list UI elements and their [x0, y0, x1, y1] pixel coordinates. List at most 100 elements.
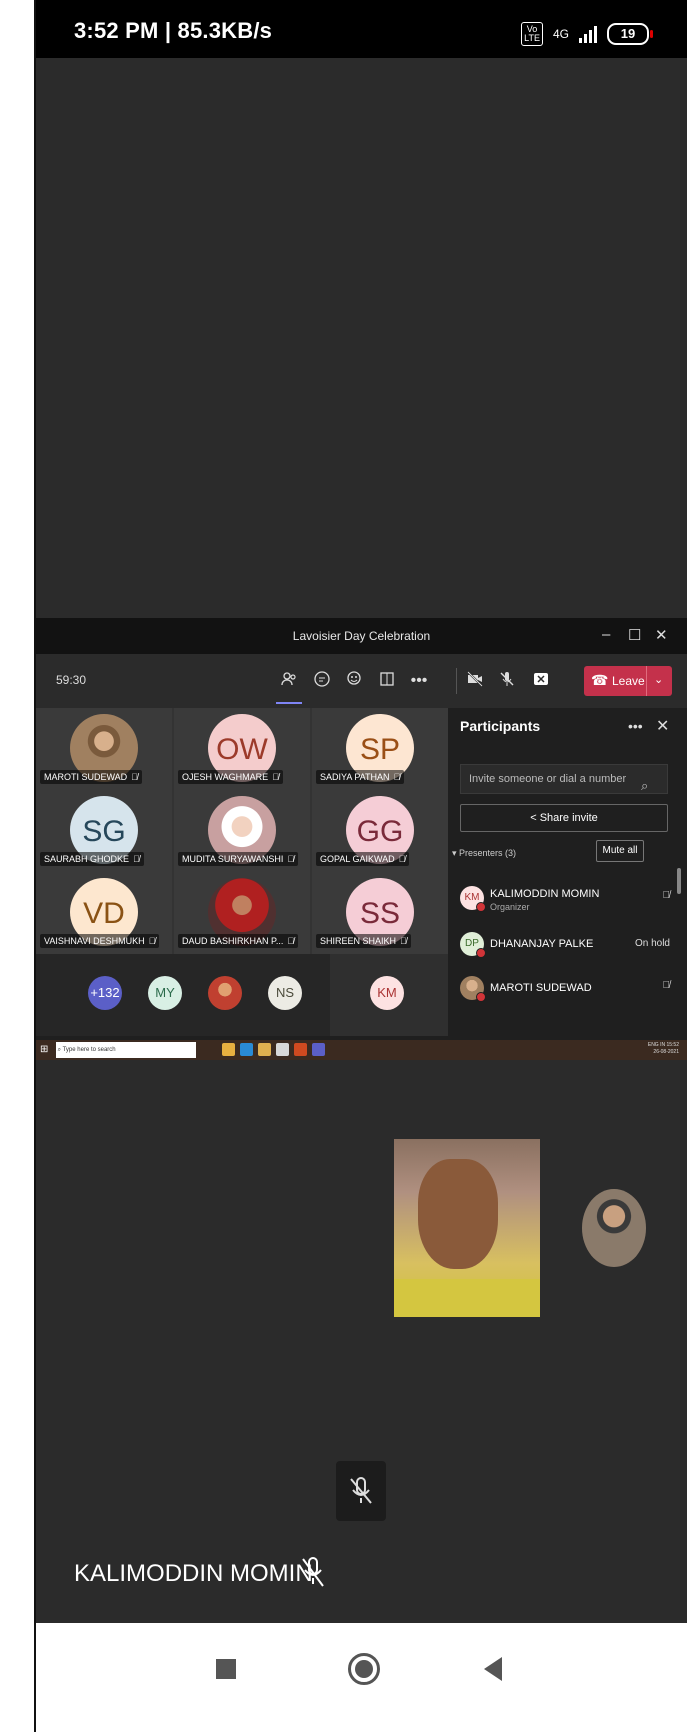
more-participants-badge[interactable]: +132	[88, 976, 122, 1010]
maximize-icon[interactable]: ☐	[628, 626, 641, 644]
participant-name: KALIMODDIN MOMIN	[490, 888, 600, 900]
avatar: DP	[460, 932, 486, 958]
teams-window: Lavoisier Day Celebration – ☐ ✕ 59:30 ••…	[36, 618, 687, 1046]
presenters-header[interactable]: ▾ Presenters (3)	[452, 848, 516, 859]
participant-name-chip: MUDITA SURYAWANSHI 🎙̸	[178, 852, 299, 866]
mic-off-icon: 🎙̸	[272, 772, 279, 782]
participant-status: On hold	[634, 938, 670, 949]
participant-tile[interactable]: OW OJESH WAGHMARE 🎙̸	[174, 708, 310, 790]
participant-tile[interactable]: DAUD BASHIRKHAN P... 🎙̸	[174, 872, 310, 954]
participant-name: DHANANJAY PALKE	[490, 938, 594, 950]
participant-row[interactable]: MAROTI SUDEWAD 🎙̸	[460, 974, 680, 1010]
avatar[interactable]	[208, 976, 242, 1010]
people-icon[interactable]	[278, 670, 300, 692]
status-dot	[476, 902, 486, 912]
chevron-down-icon[interactable]: ⌄	[654, 673, 663, 686]
invite-placeholder: Invite someone or dial a number	[469, 773, 627, 785]
call-view: KALIMODDIN MOMIN	[36, 1060, 687, 1623]
leave-divider	[646, 666, 647, 696]
camera-off-icon[interactable]	[464, 670, 486, 692]
shared-screen-blank	[36, 58, 687, 618]
window-title: Lavoisier Day Celebration	[292, 629, 431, 643]
participant-row[interactable]: DP DHANANJAY PALKE On hold	[460, 930, 680, 966]
teams-icon[interactable]	[312, 1043, 325, 1056]
system-tray: ENG IN 15:52 26-08-2021	[647, 1042, 679, 1055]
leave-label: Leave	[612, 674, 645, 688]
leave-button[interactable]: ☎ Leave ⌄	[584, 666, 672, 696]
title-bar: Lavoisier Day Celebration – ☐ ✕	[36, 618, 687, 654]
minimize-icon[interactable]: –	[602, 626, 610, 643]
participant-name-chip: MAROTI SUDEWAD 🎙̸	[40, 770, 142, 784]
signal-icon	[579, 25, 597, 43]
status-dot	[476, 948, 486, 958]
avatar[interactable]: KM	[370, 976, 404, 1010]
store-icon[interactable]	[276, 1043, 289, 1056]
back-button[interactable]	[484, 1657, 502, 1681]
mic-off-icon: 🎙̸	[148, 936, 156, 946]
more-icon[interactable]: •••	[408, 670, 430, 692]
speaker-face	[418, 1159, 498, 1269]
self-video-avatar	[582, 1189, 646, 1267]
windows-start-icon[interactable]: ⊞	[40, 1044, 48, 1055]
overflow-strip: +132 MY NS KM	[36, 954, 448, 1036]
speaker-video	[394, 1139, 540, 1317]
participant-name-chip: GOPAL GAIKWAD 🎙̸	[316, 852, 410, 866]
participant-name-chip: DAUD BASHIRKHAN P... 🎙̸	[178, 934, 299, 948]
avatar[interactable]: NS	[268, 976, 302, 1010]
status-time: 3:52 PM | 85.3KB/s	[74, 18, 273, 43]
chrome-icon[interactable]	[222, 1043, 235, 1056]
share-invite-button[interactable]: < Share invite	[460, 804, 668, 832]
participant-tile[interactable]: SS SHIREEN SHAIKH 🎙̸	[312, 872, 448, 954]
mic-off-icon: 🎙̸	[400, 936, 407, 946]
video-grid: MAROTI SUDEWAD 🎙̸ OW OJESH WAGHMARE 🎙̸ SP …	[36, 708, 448, 954]
caller-name: KALIMODDIN MOMIN	[74, 1560, 313, 1587]
stop-share-icon[interactable]	[530, 670, 552, 692]
rooms-icon[interactable]	[376, 670, 398, 692]
taskbar-search-input[interactable]: ⌕ Type here to search	[56, 1042, 196, 1058]
status-icons: Vo LTE 4G 19	[521, 22, 653, 46]
mic-off-icon: 🎙̸	[287, 854, 295, 864]
share-icon: <	[530, 812, 540, 824]
avatar[interactable]: MY	[148, 976, 182, 1010]
avatar: KM	[460, 886, 486, 912]
search-icon: ⌕	[641, 778, 649, 793]
mute-button[interactable]	[336, 1461, 386, 1521]
people-active-indicator	[276, 702, 302, 704]
participant-tile[interactable]: MAROTI SUDEWAD 🎙̸	[36, 708, 172, 790]
mic-off-icon: 🎙̸	[398, 854, 406, 864]
more-options-icon[interactable]: •••	[628, 718, 643, 734]
close-icon[interactable]: ✕	[656, 716, 669, 736]
meeting-timer: 59:30	[56, 673, 87, 687]
mic-off-icon: 🎙̸	[662, 890, 671, 901]
home-button[interactable]	[348, 1653, 380, 1685]
participant-tile[interactable]: GG GOPAL GAIKWAD 🎙̸	[312, 790, 448, 872]
mic-off-icon: 🎙̸	[287, 936, 295, 946]
phone-hangup-icon: ☎	[591, 672, 609, 688]
chat-icon[interactable]	[311, 670, 333, 692]
participant-row[interactable]: KM KALIMODDIN MOMIN Organizer 🎙̸	[460, 884, 680, 920]
participant-tile[interactable]: SP SADIYA PATHAN 🎙̸	[312, 708, 448, 790]
speaker-shirt	[394, 1279, 540, 1317]
participant-tile[interactable]: VD VAISHNAVI DESHMUKH 🎙̸	[36, 872, 172, 954]
frame-border	[0, 0, 4, 1732]
edge-icon[interactable]	[240, 1043, 253, 1056]
powerpoint-icon[interactable]	[294, 1043, 307, 1056]
recents-button[interactable]	[216, 1659, 236, 1679]
close-window-icon[interactable]: ✕	[655, 626, 668, 644]
participant-role: Organizer	[490, 902, 530, 912]
mic-off-icon: 🎙̸	[131, 772, 138, 782]
windows-taskbar: ⊞ ⌕ Type here to search ENG IN 15:52 26-0…	[36, 1040, 687, 1060]
participant-name-chip: OJESH WAGHMARE 🎙̸	[178, 770, 283, 784]
mic-off-icon: 🎙̸	[662, 980, 671, 991]
participant-tile[interactable]: MUDITA SURYAWANSHI 🎙̸	[174, 790, 310, 872]
volte-icon: Vo LTE	[521, 22, 543, 46]
mic-off-icon[interactable]	[496, 670, 518, 692]
participant-name-chip: SAURABH GHODKE 🎙̸	[40, 852, 144, 866]
participant-tile[interactable]: SG SAURABH GHODKE 🎙̸	[36, 790, 172, 872]
invite-input[interactable]: Invite someone or dial a number ⌕	[460, 764, 668, 794]
participants-panel: Participants ••• ✕ Invite someone or dia…	[448, 708, 687, 1046]
participant-name: MAROTI SUDEWAD	[490, 982, 592, 994]
reactions-icon[interactable]	[344, 670, 366, 692]
explorer-icon[interactable]	[258, 1043, 271, 1056]
mute-all-button[interactable]: Mute all	[596, 840, 644, 862]
